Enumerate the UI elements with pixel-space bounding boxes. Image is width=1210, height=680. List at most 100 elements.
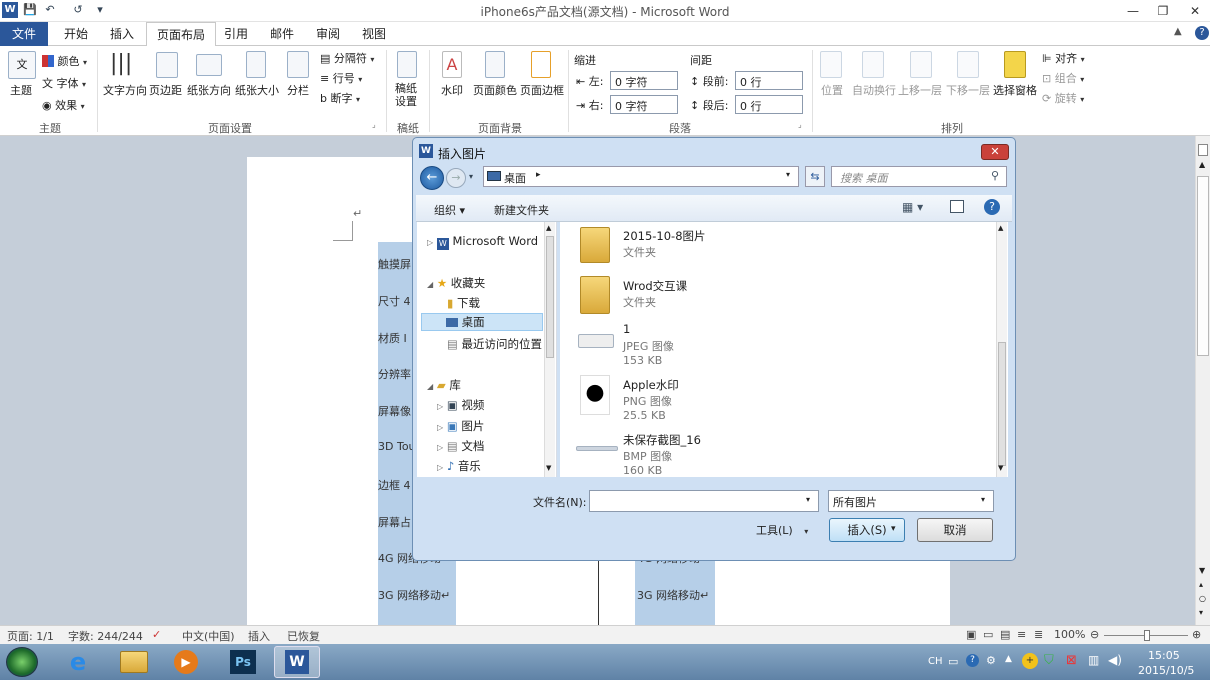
zoom-slider-thumb[interactable] [1144, 630, 1150, 641]
clock-date[interactable]: 2015/10/5 [1138, 664, 1194, 677]
web-layout-icon[interactable]: ▤ [1000, 628, 1010, 641]
ime-indicator[interactable]: CH [928, 656, 943, 667]
antivirus-icon[interactable]: + [1022, 653, 1038, 669]
keyboard-icon[interactable]: ▭ [948, 655, 958, 668]
insert-dropdown-icon[interactable]: ▾ [891, 524, 896, 534]
print-layout-icon[interactable]: ▣ [966, 628, 976, 641]
margins-icon[interactable] [156, 52, 178, 78]
paragraph-launcher-icon[interactable]: ⌟ [798, 120, 802, 129]
effects-button[interactable]: ◉ 效果 ▾ [42, 97, 85, 113]
page-color-icon[interactable] [485, 51, 505, 78]
nav-item-desktop[interactable]: 桌面 [421, 313, 543, 331]
filename-dropdown-icon[interactable]: ▾ [806, 495, 810, 504]
zoom-out-icon[interactable]: ⊖ [1090, 628, 1099, 641]
text-direction-button[interactable]: 文字方向 [103, 82, 147, 98]
breaks-button[interactable]: ▤ 分隔符 ▾ [320, 50, 374, 66]
page-setup-launcher-icon[interactable]: ⌟ [372, 120, 376, 129]
list-item[interactable]: ● Apple水印 PNG 图像 25.5 KB [560, 373, 980, 423]
tab-home[interactable]: 开始 [54, 22, 98, 46]
view-options-icon[interactable]: ▦ ▾ [902, 200, 923, 214]
list-item[interactable]: Wrod交互课 文件夹 [560, 274, 980, 324]
nav-item-music[interactable]: ▷ ♪ 音乐 [437, 458, 481, 476]
preview-pane-icon[interactable] [950, 200, 964, 213]
help-icon[interactable]: ? [1195, 26, 1209, 40]
tab-file[interactable]: 文件 [0, 22, 49, 46]
tools-button[interactable]: 工具(L) ▾ [756, 522, 808, 538]
address-dropdown-icon[interactable]: ▾ [786, 170, 790, 179]
page-borders-button[interactable]: 页面边框 [520, 82, 564, 98]
security-shield-icon[interactable]: ⛉ [1044, 653, 1054, 668]
draft-paper-icon[interactable] [397, 51, 417, 78]
size-button[interactable]: 纸张大小 [235, 82, 279, 98]
watermark-icon[interactable]: A [442, 51, 462, 78]
address-bar[interactable]: 桌面 ▸ ▾ [483, 166, 799, 187]
selection-pane-icon[interactable] [1004, 51, 1026, 78]
indent-right-input[interactable]: 0 字符 [610, 95, 678, 114]
nav-item-microsoft-word[interactable]: ▷ W Microsoft Word [427, 234, 538, 252]
previous-page-icon[interactable]: ▴ [1199, 580, 1203, 589]
tab-page-layout[interactable]: 页面布局 [146, 22, 217, 47]
scroll-up-arrow-icon[interactable]: ▲ [1199, 160, 1205, 169]
help-icon[interactable]: ? [984, 199, 1000, 215]
file-type-select[interactable]: 所有图片 [828, 490, 994, 512]
full-screen-icon[interactable]: ▭ [983, 628, 993, 641]
themes-button[interactable]: 主题 [10, 82, 32, 98]
tab-view[interactable]: 视图 [352, 22, 396, 46]
new-folder-button[interactable]: 新建文件夹 [494, 202, 549, 218]
close-button[interactable]: ✕ [1180, 0, 1210, 22]
size-icon[interactable] [246, 51, 266, 78]
orientation-icon[interactable] [196, 54, 222, 76]
cancel-button[interactable]: 取消 [917, 518, 993, 542]
back-button[interactable]: ← [420, 166, 444, 190]
watermark-button[interactable]: 水印 [441, 82, 463, 98]
draft-settings-button[interactable]: 稿纸 设置 [395, 82, 417, 108]
file-list-scrollbar[interactable]: ▲ ▼ [996, 222, 1007, 477]
scroll-thumb[interactable] [546, 236, 554, 358]
list-item[interactable]: 未保存截图_16 BMP 图像 160 KB [560, 428, 980, 478]
scroll-down-arrow-icon[interactable]: ▼ [1199, 566, 1205, 575]
photoshop-icon[interactable]: Ps [230, 650, 256, 674]
minimize-button[interactable]: — [1118, 0, 1148, 22]
browse-object-icon[interactable]: ○ [1199, 594, 1206, 603]
page-color-button[interactable]: 页面颜色 [473, 82, 517, 98]
colors-button[interactable]: 颜色 ▾ [42, 53, 87, 69]
list-item[interactable]: 2015-10-8图片 文件夹 [560, 224, 980, 274]
start-button-icon[interactable] [6, 647, 38, 677]
language[interactable]: 中文(中国) [182, 628, 235, 644]
columns-button[interactable]: 分栏 [287, 82, 309, 98]
nav-item-pictures[interactable]: ▷ ▣ 图片 [437, 418, 484, 436]
scroll-thumb[interactable] [998, 342, 1006, 466]
dialog-close-button[interactable]: ✕ [981, 144, 1009, 160]
columns-icon[interactable] [287, 51, 309, 78]
tab-mailings[interactable]: 邮件 [260, 22, 304, 46]
spacing-after-input[interactable]: 0 行 [735, 95, 803, 114]
file-list[interactable]: 2015-10-8图片 文件夹 Wrod交互课 文件夹 1 JPEG 图像 15… [560, 222, 1008, 477]
insert-mode[interactable]: 插入 [248, 628, 270, 644]
network-icon[interactable]: ▥ [1088, 653, 1099, 667]
scroll-up-arrow-icon[interactable]: ▲ [546, 224, 551, 232]
zoom-in-icon[interactable]: ⊕ [1192, 628, 1201, 641]
next-page-icon[interactable]: ▾ [1199, 608, 1203, 617]
draft-icon[interactable]: ≣ [1034, 628, 1043, 641]
page-borders-icon[interactable] [531, 51, 551, 78]
nav-item-documents[interactable]: ▷ ▤ 文档 [437, 438, 484, 456]
scroll-thumb[interactable] [1197, 176, 1209, 356]
restore-button[interactable]: ❐ [1148, 0, 1178, 22]
word-count[interactable]: 字数: 244/244 [68, 628, 143, 644]
show-hidden-icons[interactable]: ▲ [1005, 654, 1012, 664]
orientation-button[interactable]: 纸张方向 [187, 82, 231, 98]
selection-pane-button[interactable]: 选择窗格 [993, 82, 1037, 98]
vertical-scrollbar[interactable]: ▲ ▼ ▴ ○ ▾ [1195, 136, 1210, 625]
media-player-icon[interactable]: ▶ [174, 650, 198, 674]
file-type-dropdown-icon[interactable]: ▾ [981, 495, 985, 504]
collapse-ribbon-icon[interactable]: ▲ [1174, 26, 1182, 37]
nav-item-favorites[interactable]: ◢ ★ 收藏夹 [427, 275, 485, 293]
nav-item-downloads[interactable]: ▮ 下载 [447, 295, 480, 313]
tab-insert[interactable]: 插入 [100, 22, 144, 46]
search-input[interactable]: 搜索 桌面 [831, 166, 1007, 187]
outline-icon[interactable]: ≡ [1017, 628, 1026, 641]
navigation-pane[interactable]: ▷ W Microsoft Word ◢ ★ 收藏夹 ▮ 下载 桌面 ▤ 最近访… [417, 222, 557, 477]
nav-pane-scrollbar[interactable]: ▲ ▼ [544, 222, 555, 477]
fonts-button[interactable]: 文 字体 ▾ [42, 75, 86, 91]
ruler-toggle-icon[interactable] [1198, 144, 1208, 156]
